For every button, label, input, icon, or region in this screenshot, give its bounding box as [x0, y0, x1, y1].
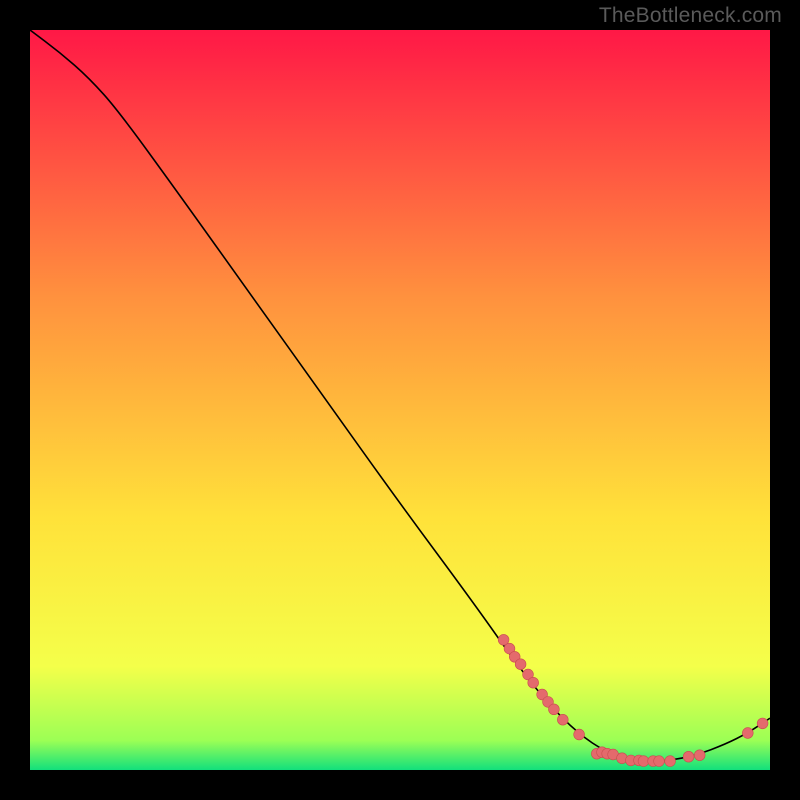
data-marker — [665, 756, 676, 767]
data-marker — [654, 756, 665, 767]
data-marker — [683, 751, 694, 762]
data-marker — [638, 756, 649, 767]
data-marker — [528, 677, 539, 688]
data-marker — [694, 750, 705, 761]
data-marker — [742, 728, 753, 739]
data-marker — [549, 704, 560, 715]
data-marker — [515, 659, 526, 670]
chart-svg — [30, 30, 770, 770]
chart-frame: TheBottleneck.com — [0, 0, 800, 800]
data-marker — [757, 718, 768, 729]
data-marker — [574, 729, 585, 740]
watermark-text: TheBottleneck.com — [599, 4, 782, 28]
data-marker — [557, 714, 568, 725]
plot-area — [30, 30, 770, 770]
